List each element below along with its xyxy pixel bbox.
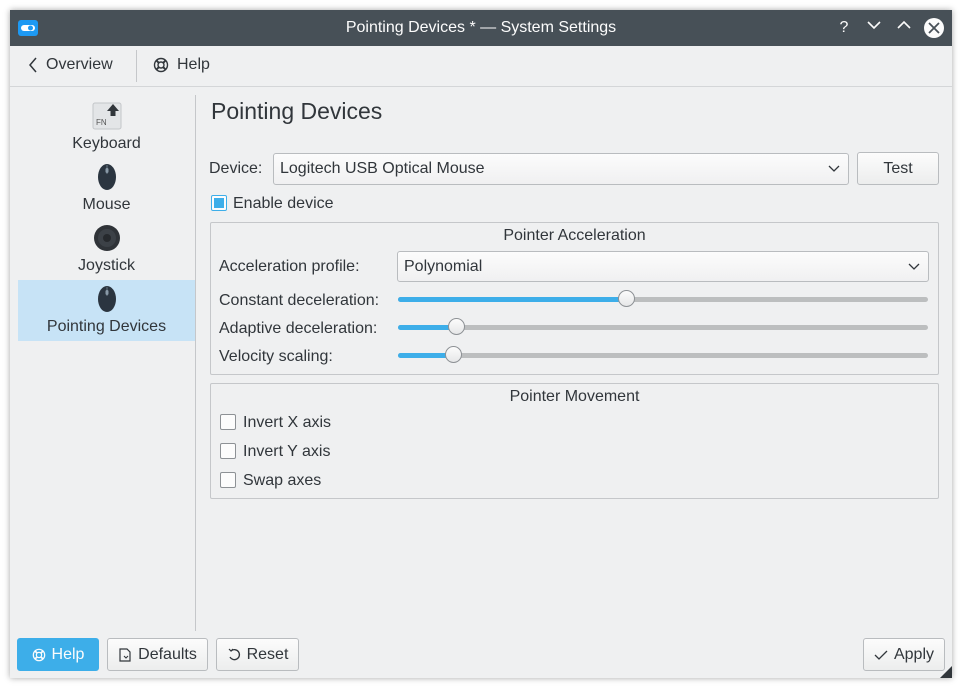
invert-y-checkbox[interactable] bbox=[220, 443, 236, 459]
slider-track bbox=[398, 325, 928, 330]
defaults-button[interactable]: Defaults bbox=[107, 638, 208, 671]
resize-grip[interactable] bbox=[940, 666, 952, 678]
apply-label: Apply bbox=[893, 645, 935, 663]
sidebar-item-label: Joystick bbox=[78, 257, 135, 274]
document-revert-icon bbox=[119, 647, 131, 662]
toolbar-help-button[interactable]: Help bbox=[153, 56, 210, 74]
defaults-label: Defaults bbox=[138, 645, 197, 663]
mouse-icon bbox=[98, 164, 116, 190]
reset-label: Reset bbox=[246, 645, 289, 663]
acceleration-profile-label: Acceleration profile: bbox=[219, 258, 360, 275]
keyboard-key-text: FN bbox=[96, 118, 107, 127]
checkmark-icon bbox=[874, 650, 888, 660]
apply-button[interactable]: Apply bbox=[863, 638, 945, 671]
minimize-button[interactable] bbox=[864, 18, 884, 38]
page-title: Pointing Devices bbox=[211, 98, 383, 124]
lifebuoy-icon bbox=[153, 57, 169, 73]
system-settings-window: Pointing Devices * — System Settings ? O… bbox=[10, 10, 952, 678]
invert-x-checkbox[interactable] bbox=[220, 414, 236, 430]
adaptive-deceleration-slider[interactable] bbox=[398, 317, 928, 337]
enable-device-label: Enable device bbox=[233, 195, 334, 212]
invert-x-label: Invert X axis bbox=[243, 414, 332, 431]
velocity-scaling-slider[interactable] bbox=[398, 345, 928, 365]
pointer-movement-title: Pointer Movement bbox=[509, 388, 640, 405]
context-help-button[interactable]: ? bbox=[834, 18, 854, 38]
test-button-label: Test bbox=[883, 159, 913, 177]
swap-axes-label: Swap axes bbox=[243, 472, 322, 489]
slider-track bbox=[398, 353, 928, 358]
toolbar-separator bbox=[136, 50, 137, 82]
joystick-icon bbox=[94, 225, 120, 251]
device-select[interactable]: Logitech USB Optical Mouse bbox=[273, 153, 849, 185]
footer-help-button[interactable]: Help bbox=[17, 638, 99, 671]
slider-handle[interactable] bbox=[445, 346, 463, 363]
slider-fill bbox=[398, 297, 626, 302]
sidebar-divider bbox=[195, 95, 196, 631]
sidebar-item-pointing-devices[interactable]: Pointing Devices bbox=[18, 280, 195, 341]
close-icon bbox=[928, 22, 940, 34]
keyboard-icon: FN bbox=[92, 102, 122, 130]
toolbar-help-label: Help bbox=[177, 56, 210, 73]
sidebar-item-label: Mouse bbox=[82, 196, 131, 213]
footer-help-label: Help bbox=[51, 645, 85, 663]
chevron-up-icon bbox=[897, 20, 911, 29]
acceleration-profile-select[interactable]: Polynomial bbox=[397, 251, 929, 282]
chevron-left-icon bbox=[29, 57, 37, 73]
reset-button[interactable]: Reset bbox=[216, 638, 299, 671]
chevron-down-icon bbox=[828, 165, 840, 172]
sidebar-item-mouse[interactable]: Mouse bbox=[18, 158, 195, 219]
adaptive-deceleration-label: Adaptive deceleration: bbox=[219, 320, 378, 337]
sidebar-item-label: Keyboard bbox=[72, 135, 141, 152]
pointer-acceleration-title: Pointer Acceleration bbox=[503, 227, 646, 244]
enable-device-checkbox[interactable] bbox=[211, 195, 227, 211]
close-button[interactable] bbox=[924, 18, 944, 38]
acceleration-profile-value: Polynomial bbox=[404, 258, 483, 275]
swap-axes-checkbox[interactable] bbox=[220, 472, 236, 488]
pointing-device-icon bbox=[98, 286, 116, 312]
sidebar-item-keyboard[interactable]: FN Keyboard bbox=[18, 97, 195, 158]
constant-deceleration-label: Constant deceleration: bbox=[219, 292, 380, 309]
title-bar[interactable]: Pointing Devices * — System Settings ? bbox=[10, 10, 952, 46]
overview-button[interactable]: Overview bbox=[28, 56, 113, 74]
sidebar-item-joystick[interactable]: Joystick bbox=[18, 219, 195, 280]
test-button[interactable]: Test bbox=[857, 152, 939, 185]
velocity-scaling-label: Velocity scaling: bbox=[219, 348, 333, 365]
chevron-down-icon bbox=[908, 263, 920, 270]
lifebuoy-icon bbox=[32, 648, 45, 661]
sidebar: FN Keyboard Mouse Joystick Pointing Devi… bbox=[10, 87, 195, 631]
device-label: Device: bbox=[209, 160, 263, 177]
undo-icon bbox=[228, 648, 240, 660]
sidebar-item-label: Pointing Devices bbox=[46, 318, 167, 335]
toolbar: Overview Help bbox=[10, 46, 952, 87]
window-title: Pointing Devices * — System Settings bbox=[345, 19, 617, 36]
chevron-down-icon bbox=[867, 21, 881, 30]
overview-label: Overview bbox=[46, 56, 113, 73]
slider-handle[interactable] bbox=[617, 290, 635, 307]
slider-handle[interactable] bbox=[448, 318, 466, 335]
invert-y-label: Invert Y axis bbox=[243, 443, 331, 460]
maximize-button[interactable] bbox=[894, 18, 914, 38]
device-select-value: Logitech USB Optical Mouse bbox=[280, 160, 485, 177]
constant-deceleration-slider[interactable] bbox=[398, 289, 928, 309]
